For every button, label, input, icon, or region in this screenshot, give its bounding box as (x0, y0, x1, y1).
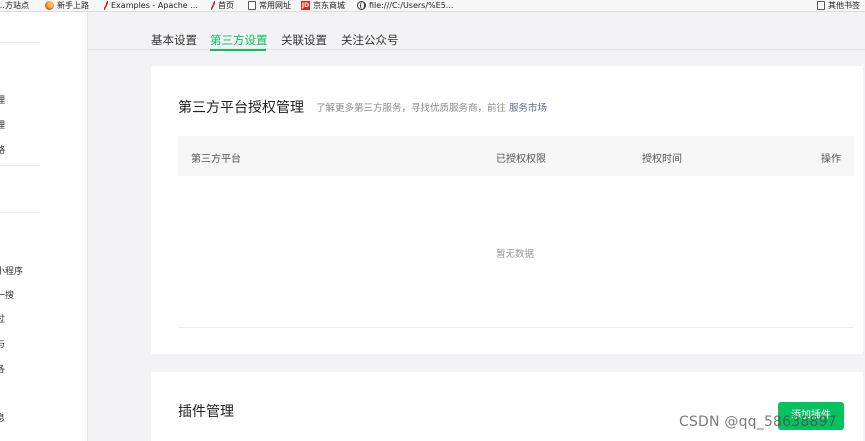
bookmark-item[interactable]: 首页 (211, 0, 234, 11)
column-header-actions: 操作 (821, 154, 841, 165)
active-tab-indicator (210, 49, 266, 51)
bookmark-label: 首页 (218, 0, 234, 10)
section-title: 插件管理 (178, 404, 234, 420)
section-subtitle: 了解更多第三方服务，寻找优质服务商，前往 服务市场 (316, 100, 547, 114)
divider (0, 212, 40, 213)
bookmarks-bar: …方站点 新手上路 Examples - Apache ... 首页 常用网址 … (0, 0, 865, 12)
bookmark-label: 其他书签 (828, 0, 860, 10)
sidebar-item[interactable]: 与 (0, 337, 5, 350)
apache-feather-icon (104, 0, 108, 10)
watermark: CSDN @qq_58638897 (679, 414, 837, 430)
divider (178, 327, 854, 328)
bookmark-item[interactable]: Examples - Apache ... (104, 0, 198, 11)
bookmark-item[interactable]: file:///C:/Users/%E5... (357, 0, 453, 11)
subtitle-text: 了解更多第三方服务，寻找优质服务商，前往 (316, 103, 507, 114)
bookmark-item[interactable]: 其他书签 (817, 0, 860, 11)
sidebar-item[interactable]: 过 (0, 312, 5, 325)
tab-third-party-settings[interactable]: 第三方设置 (210, 32, 268, 48)
column-header-platform: 第三方平台 (191, 154, 241, 165)
page-icon (817, 0, 825, 10)
sidebar-item[interactable]: 各 (0, 362, 5, 375)
bookmark-label: …方站点 (0, 0, 29, 10)
tab-association-settings[interactable]: 关联设置 (281, 32, 327, 48)
firefox-icon (45, 0, 54, 10)
jd-icon: JD (301, 0, 310, 10)
bookmark-item[interactable]: 常用网址 (248, 0, 291, 11)
third-party-auth-card: 第三方平台授权管理 了解更多第三方服务，寻找优质服务商，前往 服务市场 第三方平… (151, 66, 863, 354)
bookmark-item[interactable]: JD 京东商城 (301, 0, 345, 11)
sidebar-item[interactable]: 理 (0, 93, 5, 106)
sidebar-item[interactable]: 一搜 (0, 288, 14, 301)
bookmark-label: Examples - Apache ... (111, 0, 198, 10)
sidebar-item[interactable]: 略 (0, 143, 5, 156)
empty-state-text: 暂无数据 (496, 249, 535, 260)
tab-follow-official-account[interactable]: 关注公众号 (341, 32, 399, 48)
bookmark-label: 常用网址 (259, 0, 291, 10)
apache-feather-icon (211, 0, 215, 10)
tab-basic-settings[interactable]: 基本设置 (151, 32, 197, 48)
page-icon (248, 0, 256, 10)
sidebar-item[interactable]: 理 (0, 118, 5, 131)
bookmark-label: 京东商城 (313, 0, 345, 10)
bookmark-item[interactable]: …方站点 (0, 0, 29, 11)
table-header: 第三方平台 已授权权限 授权时间 操作 (178, 136, 854, 176)
sidebar: 理 理 略 小程序 一搜 过 与 各 息 (0, 12, 88, 441)
service-market-link[interactable]: 服务市场 (509, 103, 547, 114)
divider (0, 165, 40, 166)
section-title: 第三方平台授权管理 (178, 100, 304, 116)
sidebar-item[interactable]: 小程序 (0, 264, 23, 277)
divider (0, 42, 40, 43)
bookmark-label: file:///C:/Users/%E5... (369, 0, 454, 10)
sidebar-item[interactable]: 息 (0, 411, 5, 424)
bookmark-label: 新手上路 (57, 0, 89, 10)
column-header-permissions: 已授权权限 (496, 154, 546, 165)
settings-tabs: 基本设置 第三方设置 关联设置 关注公众号 (88, 12, 865, 51)
globe-icon (357, 0, 366, 10)
bookmark-item[interactable]: 新手上路 (45, 0, 89, 11)
plugin-management-card: 插件管理 添加插件 (151, 372, 863, 441)
column-header-auth-time: 授权时间 (642, 154, 682, 165)
